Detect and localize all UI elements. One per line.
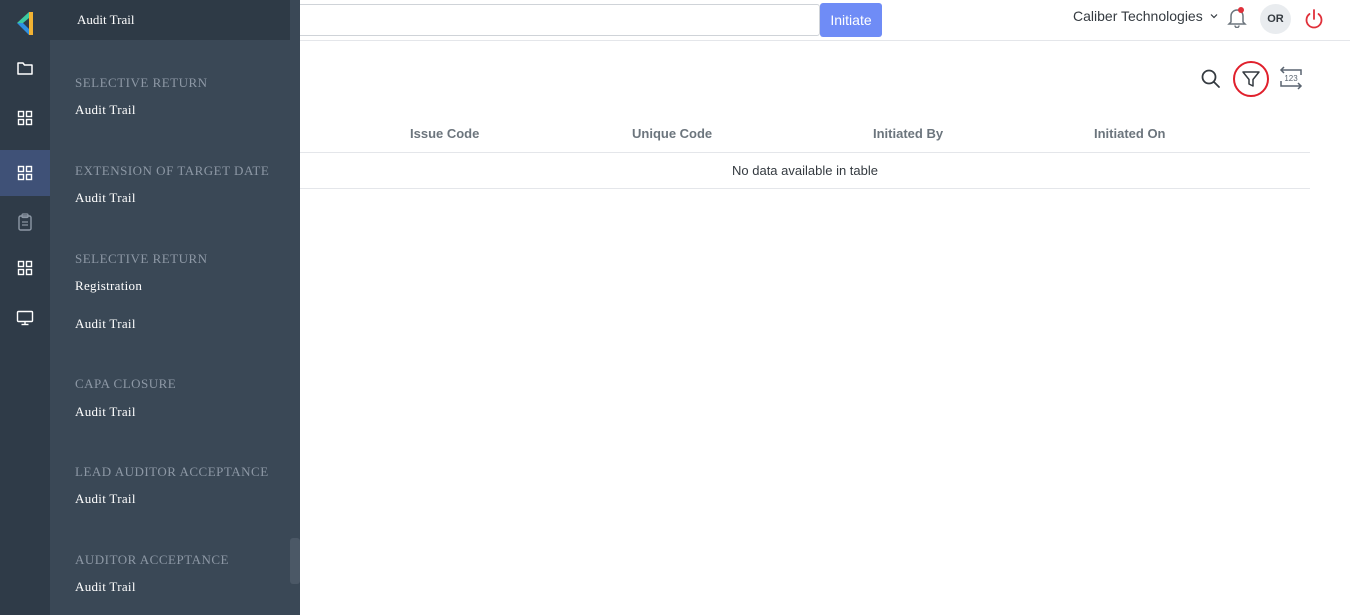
menu-link-audit-trail[interactable]: Audit Trail <box>75 102 136 118</box>
menu-link-registration[interactable]: Registration <box>75 278 142 294</box>
chevron-down-icon <box>1210 14 1218 19</box>
panel-header-audit-trail[interactable]: Audit Trail <box>50 0 290 40</box>
avatar[interactable]: OR <box>1260 4 1291 34</box>
table-header: Issue Code Unique Code Initiated By Init… <box>300 116 1310 153</box>
section-title: AUDITOR ACCEPTANCE <box>75 552 229 567</box>
rail-item-active-modules[interactable] <box>0 150 50 196</box>
monitor-icon <box>16 310 34 326</box>
section-title: CAPA CLOSURE <box>75 376 177 391</box>
column-header[interactable]: Initiated By <box>873 126 943 141</box>
icon-rail <box>0 0 50 615</box>
grid-icon <box>17 260 33 276</box>
menu-link-audit-trail[interactable]: Audit Trail <box>75 579 136 595</box>
column-header[interactable]: Issue Code <box>410 126 479 141</box>
clipboard-icon <box>18 213 32 231</box>
menu-link-audit-trail[interactable]: Audit Trail <box>75 491 136 507</box>
rail-item-dashboard[interactable] <box>0 250 50 286</box>
initiate-button[interactable]: Initiate <box>820 3 882 37</box>
power-icon[interactable] <box>1303 8 1325 30</box>
org-selector[interactable]: Caliber Technologies <box>1073 8 1219 24</box>
submenu-panel: Audit Trail SELECTIVE RETURN Audit Trail… <box>50 0 300 615</box>
bell-icon[interactable] <box>1226 6 1248 28</box>
menu-link-audit-trail[interactable]: Audit Trail <box>75 316 136 332</box>
org-name: Caliber Technologies <box>1073 8 1203 24</box>
filter-icon <box>1242 71 1260 87</box>
rail-item-monitor[interactable] <box>0 300 50 336</box>
menu-link-audit-trail[interactable]: Audit Trail <box>75 404 136 420</box>
section-title: LEAD AUDITOR ACCEPTANCE <box>75 464 269 479</box>
rail-item-clipboard[interactable] <box>0 204 50 240</box>
menu-link-audit-trail[interactable]: Audit Trail <box>75 190 136 206</box>
section-title: SELECTIVE RETURN <box>75 251 208 266</box>
app-logo-icon[interactable] <box>15 10 35 36</box>
folder-icon <box>17 62 33 75</box>
table-empty-message: No data available in table <box>300 153 1310 189</box>
panel-scrollbar[interactable] <box>290 538 300 584</box>
section-title: EXTENSION OF TARGET DATE <box>75 163 270 178</box>
section-title: SELECTIVE RETURN <box>75 75 208 90</box>
column-header[interactable]: Unique Code <box>632 126 712 141</box>
column-header[interactable]: Initiated On <box>1094 126 1166 141</box>
grid-icon <box>17 165 33 181</box>
search-input[interactable] <box>240 4 820 36</box>
grid-icon <box>17 110 33 126</box>
rail-item-documents[interactable] <box>0 50 50 86</box>
search-icon[interactable] <box>1200 68 1222 90</box>
number-refresh-icon[interactable]: 123 <box>1276 63 1306 93</box>
rail-item-modules[interactable] <box>0 100 50 136</box>
svg-text:123: 123 <box>1284 74 1298 83</box>
filter-button[interactable] <box>1233 61 1269 97</box>
